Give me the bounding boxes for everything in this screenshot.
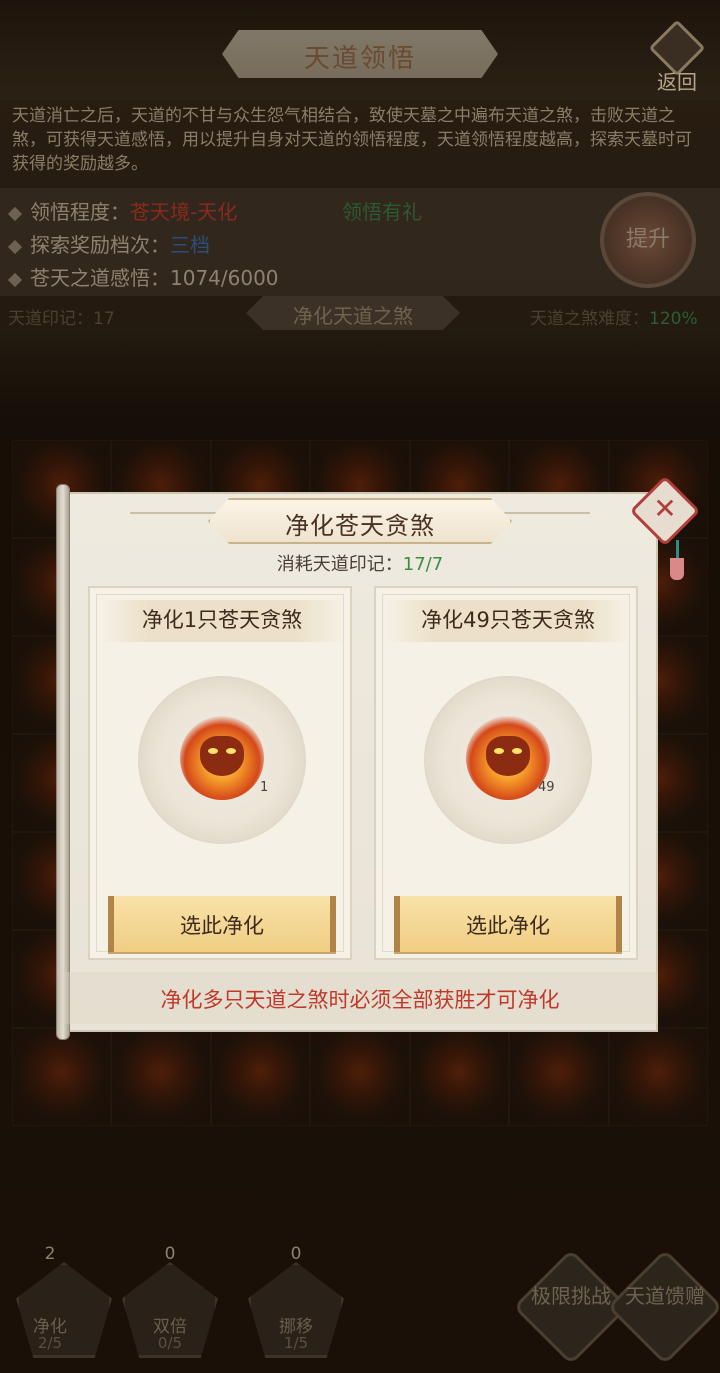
footer-note: 净化多只天道之煞时必须全部获胜才可净化 [160,988,560,1012]
level-label: 领悟程度： [30,200,130,224]
grid-cell[interactable] [409,1028,510,1126]
demon-eye-icon [494,748,504,754]
level-row: 领悟程度：苍天境-天化 [7,196,238,225]
grid-cell[interactable] [310,1028,410,1126]
select-purify-label: 选此净化 [466,914,550,938]
skill-purify-uses: 2/5 [37,1334,63,1352]
skill-double-count: 0 [164,1244,176,1264]
demon-eye-icon [208,748,218,754]
grid-cell[interactable] [12,1028,112,1126]
grid-cell[interactable] [210,1028,311,1126]
description-text: 天道消亡之后，天道的不甘与众生怨气相结合，致使天墓之中遍布天道之煞，击败天道之煞… [12,106,692,174]
insight-label: 苍天之道感悟： [30,266,170,290]
difficulty-label: 天道之煞难度： [530,309,649,329]
gift-link[interactable]: 领悟有礼 [342,196,422,225]
option-card-multi: 净化49只苍天贪煞 49 选此净化 [374,586,638,960]
select-purify-label: 选此净化 [180,914,264,938]
upgrade-button[interactable]: 提升 [600,192,696,288]
reward-label: 探索奖励档次： [30,233,170,257]
skill-purify-count: 2 [44,1244,56,1264]
cost-value: 17/7 [402,554,444,575]
insight-value: 1074/6000 [170,266,279,290]
back-label: 返回 [657,70,697,94]
reward-value: 三档 [170,233,210,257]
diamond-icon [7,206,23,222]
difficulty-value: 120% [649,309,698,329]
insight-row: 苍天之道感悟：1074/6000 [7,262,279,291]
mark-count: 天道印记：17 [8,309,115,329]
reward-row: 探索奖励档次：三档 [7,229,210,258]
challenge-label: 极限挑战 [531,1284,611,1308]
page-title: 天道领悟 [303,44,416,74]
monster-quantity: 49 [538,780,555,795]
skill-double-uses: 0/5 [157,1334,183,1352]
grid-cell[interactable] [111,1028,211,1126]
gift-label: 天道馈赠 [625,1284,705,1308]
demon-eye-icon [226,748,236,754]
diamond-icon [7,272,23,288]
monster-quantity: 1 [260,780,269,795]
cost-label: 消耗天道印记： [276,554,403,575]
option-title: 净化1只苍天贪煞 [141,608,303,632]
close-icon: ✕ [653,492,677,525]
back-button[interactable]: 返回 [645,19,709,94]
option-card-single: 净化1只苍天贪煞 1 选此净化 [88,586,352,960]
skill-move-count: 0 [290,1244,302,1264]
cost-line: 消耗天道印记：17/7 [62,550,658,576]
level-value: 苍天境-天化 [130,200,238,224]
skill-move-uses: 1/5 [283,1334,309,1352]
modal-title: 净化苍天贪煞 [285,512,435,540]
tassel-cord [676,540,679,560]
tassel-fringe [670,558,684,580]
tassel-decoration [664,540,694,580]
demon-face-icon [200,736,244,776]
option-title: 净化49只苍天贪煞 [421,608,595,632]
difficulty: 天道之煞难度：120% [530,304,698,329]
demon-eye-icon [512,748,522,754]
grid-cell[interactable] [509,1028,609,1126]
diamond-icon [7,239,23,255]
grid-cell[interactable] [608,1028,708,1126]
demon-face-icon [486,736,530,776]
section-title: 净化天道之煞 [293,304,413,328]
